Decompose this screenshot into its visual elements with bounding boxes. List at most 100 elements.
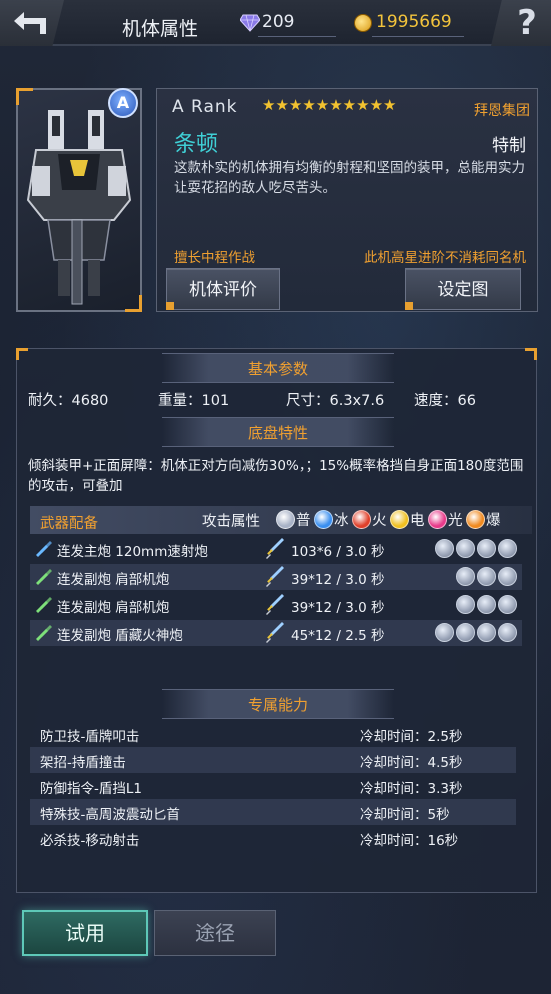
gold-counter: 1995669 <box>354 12 474 37</box>
panel-corner <box>525 348 537 360</box>
advance-note: 此机高星进阶不消耗同名机 <box>364 250 526 266</box>
normal-attr-orb-icon <box>435 623 454 642</box>
normal-attr-orb-icon <box>477 595 496 614</box>
stat-durability: 耐久：4680 <box>28 393 109 409</box>
sub-gun-icon <box>36 597 52 613</box>
skill-cooldown: 冷却时间：2.5秒 <box>360 729 463 745</box>
rank-label: A Rank <box>172 97 238 117</box>
weapon-name: 连发副炮 肩部机炮 <box>57 572 170 588</box>
attr-element-icon <box>466 510 485 529</box>
back-button[interactable] <box>0 0 64 46</box>
normal-attr-orb-icon <box>477 623 496 642</box>
normal-attr-orb-icon <box>477 567 496 586</box>
attr-5: 爆 <box>466 509 501 529</box>
normal-attr-orb-icon <box>435 539 454 558</box>
stat-size: 尺寸：6.3x7.6 <box>286 393 385 409</box>
weapons-heading: 武器配备 <box>40 516 98 532</box>
attr-name: 电 <box>410 513 425 529</box>
weapon-damage: 39*12 / 3.0 秒 <box>291 600 385 616</box>
gold-count: 1995669 <box>376 12 452 32</box>
attr-4: 光 <box>428 509 463 529</box>
normal-attr-orb-icon <box>477 539 496 558</box>
help-button[interactable]: ? <box>491 0 551 46</box>
attr-element-icon <box>390 510 409 529</box>
try-button[interactable]: 试用 <box>22 910 148 956</box>
attr-element-icon <box>428 510 447 529</box>
attr-name: 光 <box>448 513 463 529</box>
weapon-damage: 45*12 / 2.5 秒 <box>291 628 385 644</box>
range-tag: 擅长中程作战 <box>174 250 255 266</box>
star-rating: ★★★★★★★★★★ <box>262 96 397 114</box>
route-button[interactable]: 途径 <box>154 910 276 956</box>
weapon-slots <box>454 567 517 587</box>
skill-name: 特殊技-高周波震动匕首 <box>40 807 180 823</box>
top-bar: 机体属性 209 1995669 ? <box>0 0 551 46</box>
chassis-heading: 底盘特性 <box>162 417 394 447</box>
manufacturer: 拜恩集团 <box>474 103 530 119</box>
attr-2: 火 <box>352 509 387 529</box>
attr-name: 爆 <box>486 513 501 529</box>
normal-attr-orb-icon <box>456 539 475 558</box>
attack-attr-label: 攻击属性 <box>202 514 260 530</box>
weapon-name: 连发副炮 盾藏火神炮 <box>57 628 183 644</box>
attr-element-icon <box>314 510 333 529</box>
attr-3: 电 <box>390 509 425 529</box>
mech-name: 条顿 <box>174 132 219 157</box>
attr-0: 普 <box>276 509 311 529</box>
weapon-slots <box>433 539 517 559</box>
weapon-damage: 103*6 / 3.0 秒 <box>291 544 385 560</box>
rank-badge: A <box>108 88 138 118</box>
attr-1: 冰 <box>314 509 349 529</box>
skill-name: 架招-持盾撞击 <box>40 755 126 771</box>
exclusive-skills-heading: 专属能力 <box>162 689 394 719</box>
sword-icon <box>266 622 284 643</box>
main-gun-icon <box>36 541 52 557</box>
gem-counter: 209 <box>240 12 340 37</box>
normal-attr-orb-icon <box>498 623 517 642</box>
sub-gun-icon <box>36 625 52 641</box>
normal-attr-orb-icon <box>456 623 475 642</box>
back-arrow-icon <box>14 12 46 34</box>
weapon-slots <box>433 623 517 643</box>
mech-image-icon <box>26 110 132 305</box>
chassis-description: 倾斜装甲+正面屏障：机体正对方向减伤30%，；15%概率格挡自身正面180度范围… <box>28 458 524 494</box>
mech-portrait <box>16 88 142 312</box>
normal-attr-orb-icon <box>498 539 517 558</box>
attr-element-icon <box>352 510 371 529</box>
sword-icon <box>266 538 284 559</box>
skill-name: 必杀技-移动射击 <box>40 833 140 849</box>
skill-name: 防御指令-盾挡L1 <box>40 781 142 797</box>
normal-attr-orb-icon <box>456 567 475 586</box>
mech-description: 这款朴实的机体拥有均衡的射程和坚固的装甲，总能用实力让耍花招的敌人吃尽苦头。 <box>174 160 525 196</box>
skill-cooldown: 冷却时间：5秒 <box>360 807 450 823</box>
sword-icon <box>266 594 284 615</box>
evaluate-button[interactable]: 机体评价 <box>166 268 280 310</box>
weapon-damage: 39*12 / 3.0 秒 <box>291 572 385 588</box>
skill-cooldown: 冷却时间：4.5秒 <box>360 755 463 771</box>
blueprint-button[interactable]: 设定图 <box>405 268 521 310</box>
weapon-name: 连发副炮 肩部机炮 <box>57 600 170 616</box>
weapon-name: 连发主炮 120mm速射炮 <box>57 544 208 560</box>
basic-params-heading: 基本参数 <box>162 353 394 383</box>
attr-element-icon <box>276 510 295 529</box>
attr-name: 普 <box>296 513 311 529</box>
normal-attr-orb-icon <box>498 595 517 614</box>
gold-underline <box>372 36 464 37</box>
stat-speed: 速度：66 <box>414 393 476 409</box>
normal-attr-orb-icon <box>498 567 517 586</box>
sub-gun-icon <box>36 569 52 585</box>
skill-cooldown: 冷却时间：16秒 <box>360 833 459 849</box>
skill-name: 防卫技-盾牌叩击 <box>40 729 140 745</box>
stat-weight: 重量：101 <box>158 393 230 409</box>
gold-coin-icon <box>354 14 372 32</box>
weapon-slots <box>454 595 517 615</box>
gem-count: 209 <box>262 12 295 32</box>
panel-corner <box>16 348 28 360</box>
attr-name: 火 <box>372 513 387 529</box>
mech-type: 特制 <box>492 136 526 156</box>
sword-icon <box>266 566 284 587</box>
attr-name: 冰 <box>334 513 349 529</box>
normal-attr-orb-icon <box>456 595 475 614</box>
page-title: 机体属性 <box>122 18 199 40</box>
skill-cooldown: 冷却时间：3.3秒 <box>360 781 463 797</box>
